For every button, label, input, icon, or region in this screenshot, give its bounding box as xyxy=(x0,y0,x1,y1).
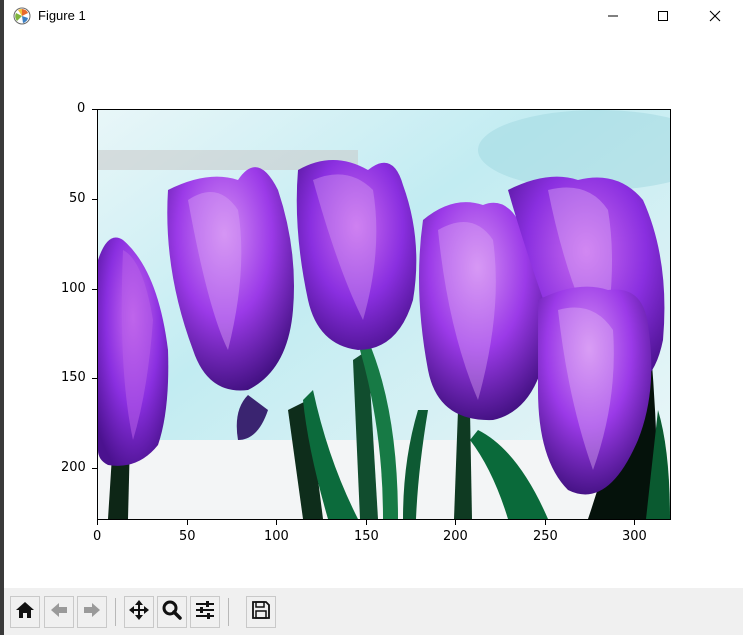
figure-canvas[interactable]: 0 50 100 150 200 0 50 100 150 200 250 30… xyxy=(4,32,743,588)
zoom-button[interactable] xyxy=(157,596,187,628)
x-tick-mark xyxy=(455,520,456,525)
x-tick-label: 300 xyxy=(622,529,647,544)
configure-subplots-button[interactable] xyxy=(190,596,220,628)
y-tick-label: 150 xyxy=(61,370,86,385)
y-tick-label: 0 xyxy=(77,101,86,116)
magnifier-icon xyxy=(161,599,183,625)
save-button[interactable] xyxy=(246,596,276,628)
close-button[interactable] xyxy=(691,0,739,32)
arrow-left-icon xyxy=(48,599,70,625)
x-tick-label: 100 xyxy=(264,529,289,544)
pan-button[interactable] xyxy=(124,596,154,628)
y-tick-label: 50 xyxy=(69,191,86,206)
x-tick-label: 0 xyxy=(93,529,102,544)
matplotlib-icon xyxy=(12,6,32,26)
forward-button[interactable] xyxy=(77,596,107,628)
toolbar-separator xyxy=(228,598,229,626)
y-tick-mark xyxy=(92,289,97,290)
tulip-image xyxy=(98,110,670,519)
navigation-toolbar xyxy=(4,588,743,635)
x-tick-label: 250 xyxy=(533,529,558,544)
minimize-icon xyxy=(607,10,619,22)
y-tick-mark xyxy=(92,199,97,200)
x-tick-mark xyxy=(634,520,635,525)
x-tick-mark xyxy=(187,520,188,525)
maximize-icon xyxy=(657,10,669,22)
y-tick-mark xyxy=(92,378,97,379)
title-bar[interactable]: Figure 1 xyxy=(4,0,743,32)
x-tick-label: 50 xyxy=(179,529,196,544)
sliders-icon xyxy=(194,599,216,625)
y-tick-label: 200 xyxy=(61,460,86,475)
maximize-button[interactable] xyxy=(639,0,687,32)
y-tick-mark xyxy=(92,109,97,110)
window-title: Figure 1 xyxy=(38,8,86,23)
back-button[interactable] xyxy=(44,596,74,628)
toolbar-separator xyxy=(115,598,116,626)
x-tick-mark xyxy=(276,520,277,525)
minimize-button[interactable] xyxy=(589,0,637,32)
x-tick-mark xyxy=(97,520,98,525)
y-tick-mark xyxy=(92,468,97,469)
y-tick-label: 100 xyxy=(61,281,86,296)
x-tick-label: 200 xyxy=(443,529,468,544)
move-icon xyxy=(128,599,150,625)
x-tick-label: 150 xyxy=(354,529,379,544)
x-tick-mark xyxy=(366,520,367,525)
home-icon xyxy=(14,599,36,625)
arrow-right-icon xyxy=(81,599,103,625)
home-button[interactable] xyxy=(10,596,40,628)
x-tick-mark xyxy=(545,520,546,525)
floppy-disk-icon xyxy=(250,599,272,625)
image-axes[interactable] xyxy=(97,109,671,520)
close-icon xyxy=(709,10,721,22)
